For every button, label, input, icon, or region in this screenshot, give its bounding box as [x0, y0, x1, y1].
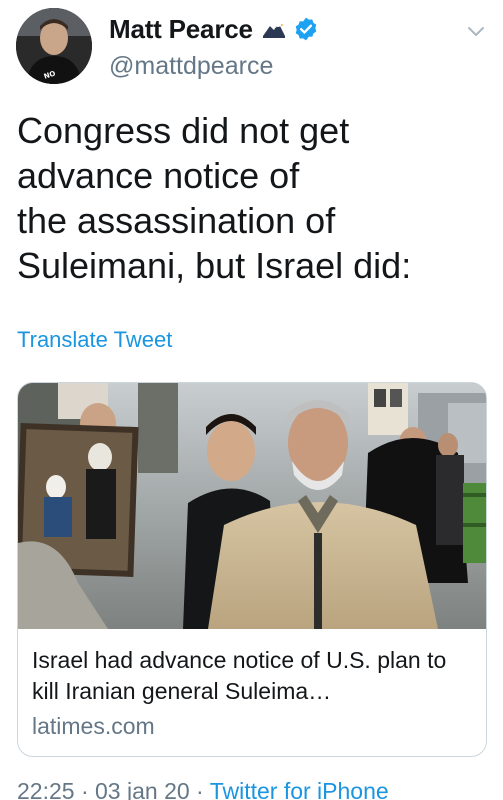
translate-tweet-link[interactable]: Translate Tweet — [17, 327, 172, 353]
chevron-down-icon[interactable] — [465, 20, 487, 42]
meta-separator-2: · — [196, 778, 204, 800]
tweet-meta: 22:25 · 03 jan 20 · Twitter for iPhone — [17, 778, 389, 800]
eagle-emoji-icon — [262, 21, 285, 38]
meta-separator: · — [80, 778, 89, 800]
tweet: NO Matt Pearce @mattdpearce Congress did… — [0, 0, 503, 800]
tweet-time[interactable]: 22:25 — [17, 778, 75, 800]
card-domain: latimes.com — [32, 713, 155, 739]
article-photo — [18, 383, 486, 629]
author-handle[interactable]: @mattdpearce — [109, 52, 273, 81]
verified-badge-icon — [295, 17, 317, 41]
tweet-date[interactable]: 03 jan 20 — [95, 778, 190, 800]
link-card[interactable]: Israel had advance notice of U.S. plan t… — [17, 382, 487, 757]
tweet-text: Congress did not get advance notice of t… — [17, 110, 412, 286]
tweet-source-link[interactable]: Twitter for iPhone — [210, 778, 389, 800]
author-name-row[interactable]: Matt Pearce — [109, 12, 319, 46]
card-title: Israel had advance notice of U.S. plan t… — [32, 647, 447, 704]
avatar[interactable]: NO — [16, 8, 92, 84]
author-display-name[interactable]: Matt Pearce — [109, 14, 253, 45]
card-image — [18, 383, 486, 629]
avatar-image: NO — [16, 8, 92, 84]
